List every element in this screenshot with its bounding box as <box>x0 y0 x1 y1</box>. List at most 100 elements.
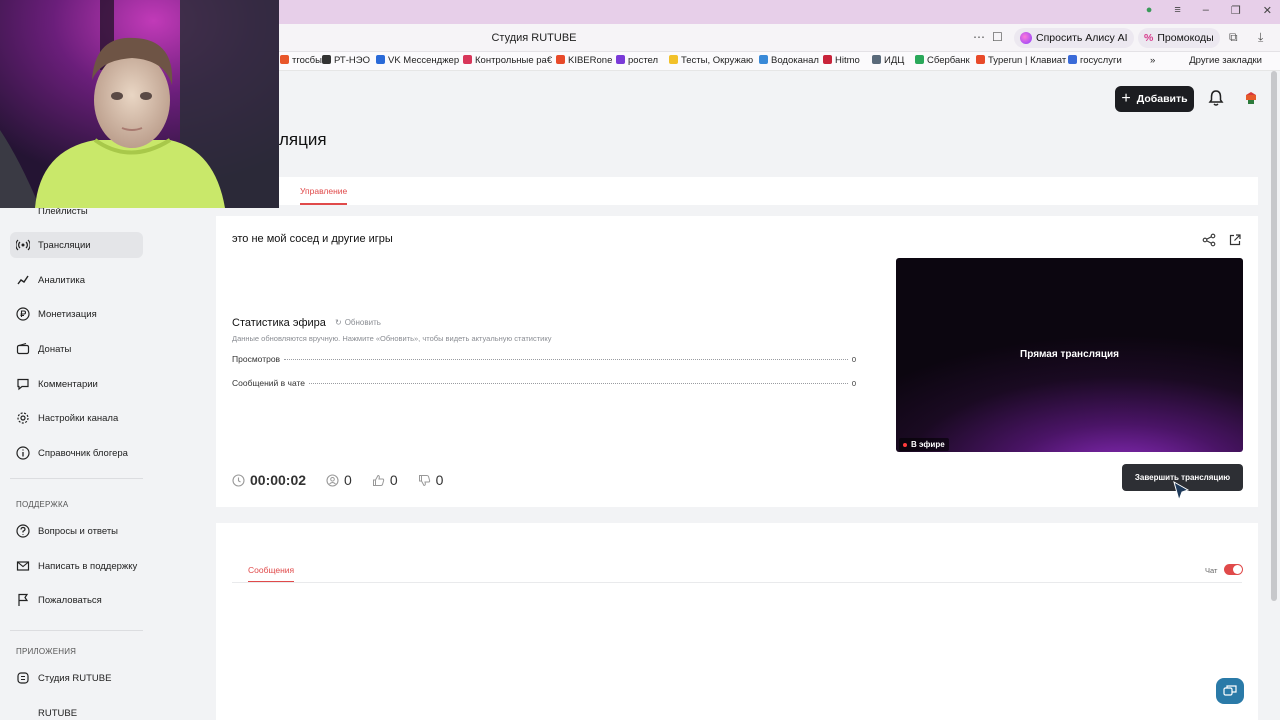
bookmark-favicon-icon <box>1068 55 1077 64</box>
sidebar-item-faq[interactable]: Вопросы и ответы <box>10 518 143 544</box>
comment-icon <box>17 378 29 391</box>
sidebar-item-broadcasts[interactable]: Трансляции <box>10 232 143 258</box>
tab-active-underline <box>300 203 347 205</box>
restore-icon[interactable]: ❐ <box>1231 4 1241 17</box>
stats-hint: Данные обновляются вручную. Нажмите «Обн… <box>232 334 552 343</box>
viewers-value: 0 <box>344 472 352 488</box>
sidebar-item-report[interactable]: Пожаловаться <box>10 587 143 613</box>
bookmark-label: Тесты, Окружаю <box>681 55 754 66</box>
sidebar-item-rutube[interactable]: RUTUBE <box>10 700 143 720</box>
thumbs-down-icon <box>418 474 430 486</box>
add-button[interactable]: + Добавить <box>1115 86 1194 112</box>
chat-toggle[interactable] <box>1224 564 1243 575</box>
promo-button[interactable]: % Промокоды <box>1138 28 1220 48</box>
stream-preview[interactable]: Прямая трансляция В эфире <box>896 258 1243 452</box>
bookmark-favicon-icon <box>976 55 985 64</box>
bookmark-item[interactable]: VK Мессенджер <box>376 55 459 66</box>
support-chat-button[interactable] <box>1216 678 1244 704</box>
refresh-button[interactable]: ↻ Обновить <box>335 318 381 327</box>
bookmark-label: Водоканал <box>771 55 819 66</box>
tab-active-underline <box>248 581 294 582</box>
menu-icon[interactable]: ≡ <box>1174 4 1180 17</box>
bookmark-item[interactable]: Водоканал <box>759 55 819 66</box>
share-icon[interactable] <box>1202 233 1216 247</box>
live-badge-label: В эфире <box>911 440 945 449</box>
chat-messages-value: 0 <box>851 379 856 388</box>
toggle-knob <box>1233 565 1242 574</box>
bookmark-item[interactable]: KIBERone <box>556 55 612 66</box>
bookmark-item[interactable]: тгосбыт <box>280 55 326 66</box>
bookmark-item[interactable]: ИДЦ <box>872 55 904 66</box>
alice-button[interactable]: Спросить Алису AI <box>1014 28 1134 48</box>
sidebar-item-studio[interactable]: Студия RUTUBE <box>10 665 143 691</box>
views-value: 0 <box>851 355 856 364</box>
sidebar-item-analytics[interactable]: Аналитика <box>10 267 143 293</box>
analytics-icon <box>17 275 29 285</box>
sidebar-item-write-support[interactable]: Написать в поддержку <box>10 553 143 579</box>
sidebar-item-label: Донаты <box>38 343 72 355</box>
sidebar-item-label: Трансляции <box>38 239 91 251</box>
stat-row-chat-messages: Сообщений в чате 0 <box>232 378 856 388</box>
bookmark-icon[interactable]: ☐ <box>992 30 1003 44</box>
collections-icon[interactable]: ⧉ <box>1229 30 1238 45</box>
tab-title[interactable]: Студия RUTUBE <box>420 32 648 44</box>
page-scrollbar[interactable] <box>1271 71 1277 601</box>
sidebar-item-label: Вопросы и ответы <box>38 525 119 537</box>
stats-title: Статистика эфира <box>232 317 326 329</box>
sidebar-item-donations[interactable]: Донаты <box>10 336 143 362</box>
chat-toggle-label: Чат <box>1205 566 1218 575</box>
mouse-cursor-icon <box>1173 480 1190 502</box>
viewers-icon <box>326 473 339 487</box>
tabs-strip: Управление <box>216 177 1258 205</box>
external-link-icon[interactable] <box>1228 233 1242 247</box>
bookmark-favicon-icon <box>872 55 881 64</box>
duration-metric: 00:00:02 <box>232 472 306 488</box>
thumbs-up-icon <box>372 474 385 486</box>
dislikes-value: 0 <box>435 472 444 488</box>
sidebar-item-label: RUTUBE <box>38 707 78 719</box>
more-icon[interactable]: ⋯ <box>973 30 985 44</box>
sidebar-item-label: Настройки канала <box>38 412 119 424</box>
tabs-divider <box>232 582 1242 583</box>
bookmark-item[interactable]: госуслуги <box>1068 55 1122 66</box>
clock-icon <box>232 473 245 487</box>
preview-label: Прямая трансляция <box>1020 349 1119 360</box>
tab-messages[interactable]: Сообщения <box>248 565 294 575</box>
bookmark-item[interactable]: Typerun | Клавиат <box>976 55 1066 66</box>
bookmark-item[interactable]: ростел <box>616 55 658 66</box>
bookmark-label: РТ-НЭО <box>334 55 370 66</box>
flag-icon <box>18 593 29 606</box>
download-icon[interactable]: ⤓ <box>1258 30 1263 45</box>
bookmark-favicon-icon <box>759 55 768 64</box>
sidebar-item-blogger-guide[interactable]: Справочник блогера <box>10 440 143 466</box>
profile-icon[interactable]: ● <box>1146 4 1153 17</box>
sidebar-item-label: Комментарии <box>38 378 98 390</box>
mail-icon <box>16 561 30 571</box>
chat-bubbles-icon <box>1223 685 1237 696</box>
sidebar-item-monetization[interactable]: Монетизация <box>10 301 143 327</box>
sidebar-item-comments[interactable]: Комментарии <box>10 371 143 397</box>
stream-card: это не мой сосед и другие игры Статистик… <box>216 216 1258 507</box>
minimize-icon[interactable]: – <box>1203 4 1209 17</box>
bell-icon[interactable] <box>1208 89 1224 107</box>
bookmarks-overflow-icon[interactable]: » <box>1150 55 1155 66</box>
likes-value: 0 <box>389 472 398 488</box>
plus-icon: + <box>1121 90 1131 107</box>
bookmark-item[interactable]: Контрольные ра€ <box>463 55 552 66</box>
other-bookmarks[interactable]: Другие закладки <box>1189 55 1262 66</box>
close-icon[interactable]: ✕ <box>1263 4 1272 17</box>
dotted-leader <box>284 359 848 360</box>
avatar[interactable] <box>1242 89 1260 107</box>
bookmark-item[interactable]: Тесты, Окружаю <box>669 55 753 66</box>
alice-icon <box>1020 32 1032 44</box>
bookmark-favicon-icon <box>669 55 678 64</box>
bookmark-item[interactable]: Сбербанк <box>915 55 970 66</box>
bookmark-item[interactable]: Hitmo <box>823 55 860 66</box>
stat-row-views: Просмотров 0 <box>232 354 856 364</box>
live-dot-icon <box>903 442 907 447</box>
bookmark-item[interactable]: РТ-НЭО <box>322 55 370 66</box>
sidebar-item-channel-settings[interactable]: Настройки канала <box>10 405 143 431</box>
tab-manage[interactable]: Управление <box>300 186 347 196</box>
promo-label: Промокоды <box>1157 32 1214 44</box>
bookmark-label: Hitmo <box>835 55 860 66</box>
